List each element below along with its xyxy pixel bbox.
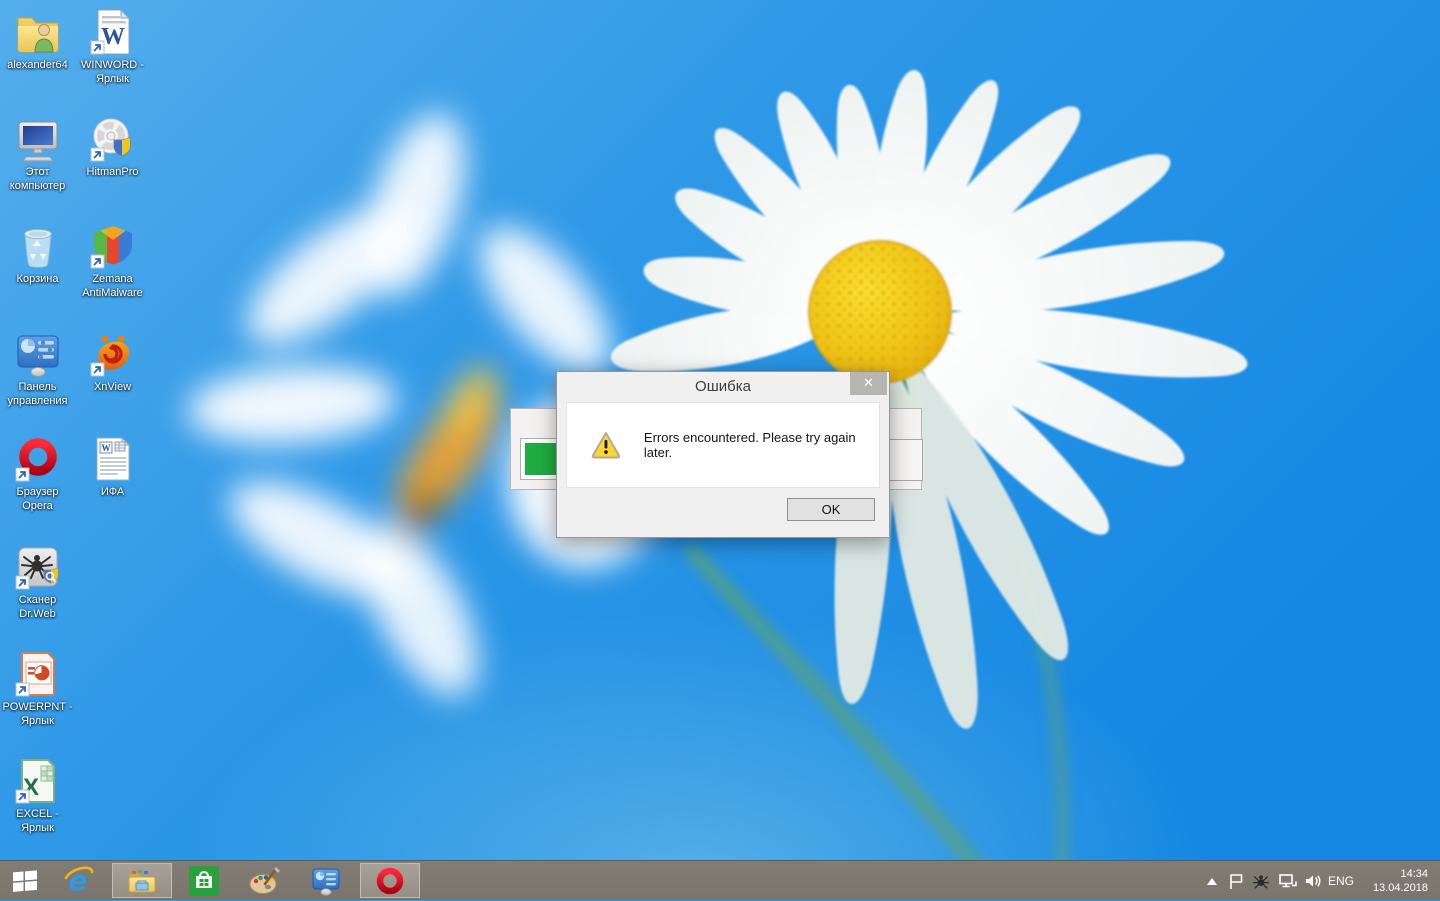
taskbar-opera[interactable] [360,863,420,898]
file-explorer-icon [128,869,156,892]
recycle-bin-icon [23,229,52,268]
desktop-icon-recycle-bin[interactable]: Корзина [1,222,74,286]
xnview-icon [89,335,129,377]
show-hidden-icons-button[interactable] [1200,861,1224,901]
opera-icon [14,438,57,482]
computer-icon [18,121,57,162]
desktop-icon-drweb[interactable]: Сканер Dr.Web [1,543,74,621]
windows-store-icon [189,865,219,896]
progress-window-button[interactable] [889,439,923,481]
flag-icon [1229,873,1242,889]
error-message: Errors encountered. Please try again lat… [643,430,856,460]
icon-label: Корзина [16,273,59,285]
paint-palette-icon [249,867,280,894]
dialog-title: Ошибка [695,378,751,395]
drweb-scanner-icon [14,547,58,590]
ok-button[interactable]: OK [787,498,875,521]
desktop-icon-zemana[interactable]: Zemana AntiMalware [76,222,149,300]
taskbar-file-explorer[interactable] [112,863,172,898]
clock[interactable]: 14:34 13.04.2018 [1356,861,1428,901]
volume-tray[interactable] [1300,861,1326,901]
zemana-shield-icon [89,226,132,269]
system-settings-icon [312,868,340,896]
icon-label: XnView [93,381,132,393]
desktop-icon-control-panel[interactable]: Панель управления [1,330,74,408]
svg-text:W: W [101,443,110,453]
windows-logo-icon [13,869,37,892]
icon-label: Этот компьютер [9,166,66,192]
icon-label: Сканер Dr.Web [18,594,57,620]
excel-shortcut-icon: X [14,759,55,804]
desktop-icon-excel[interactable]: X EXCEL - Ярлык [1,757,74,835]
error-dialog: Ошибка ✕ Errors encountered. Please try … [556,371,890,538]
icon-label: Браузер Opera [16,486,59,512]
taskbar-paint[interactable] [242,863,286,898]
icon-label: POWERPNT - Ярлык [2,701,73,727]
taskbar-system-settings[interactable] [304,863,348,898]
taskbar-windows-store[interactable] [182,863,226,898]
drweb-agent-tray[interactable] [1248,861,1274,901]
opera-icon [376,867,404,894]
icon-label: HitmanPro [86,166,139,178]
close-button[interactable]: ✕ [850,372,887,395]
internet-explorer-icon: e [64,865,94,897]
network-icon [1278,873,1297,887]
up-arrow-icon [1207,877,1217,885]
desktop-icon-this-pc[interactable]: Этот компьютер [1,115,74,193]
svg-text:W: W [101,24,125,50]
language-indicator[interactable]: ENG [1326,861,1356,901]
icon-label: Zemana AntiMalware [82,273,143,299]
desktop-icon-xnview[interactable]: XnView [76,330,149,394]
hitmanpro-icon [89,118,130,162]
icon-label: EXCEL - Ярлык [16,808,59,834]
taskbar: e ENG 14:34 13.04.2018 [0,860,1440,900]
desktop-icon-opera[interactable]: Браузер Opera [1,435,74,513]
tray-date: 13.04.2018 [1372,882,1428,894]
speaker-icon [1306,875,1321,887]
network-tray[interactable] [1274,861,1300,901]
tray-time: 14:34 [1400,868,1428,880]
desktop-icon-hitmanpro[interactable]: HitmanPro [76,115,149,179]
start-button[interactable] [4,863,46,898]
icon-label: WINWORD - Ярлык [81,59,144,85]
control-panel-icon [17,335,58,377]
close-icon: ✕ [863,375,874,390]
word-shortcut-icon: W [89,8,130,55]
icon-label: Панель управления [7,381,68,407]
taskbar-internet-explorer[interactable]: e [56,863,102,898]
action-center-button[interactable] [1224,861,1248,901]
desktop-icon-powerpoint[interactable]: POWERPNT - Ярлык [1,650,74,728]
icon-label: alexander64 [7,59,68,71]
icon-label: ИФА [100,486,125,498]
desktop-icon-alexander64[interactable]: alexander64 [1,8,74,72]
dialog-body: Errors encountered. Please try again lat… [566,402,880,488]
desktop-icon-ifa-document[interactable]: W ИФА [76,435,149,499]
warning-icon [591,431,621,459]
powerpoint-shortcut-icon [14,652,55,697]
spider-icon [1252,875,1270,889]
word-document-icon: W [96,436,130,481]
user-folder-icon [17,17,58,53]
desktop-icon-winword[interactable]: W WINWORD - Ярлык [76,8,149,86]
